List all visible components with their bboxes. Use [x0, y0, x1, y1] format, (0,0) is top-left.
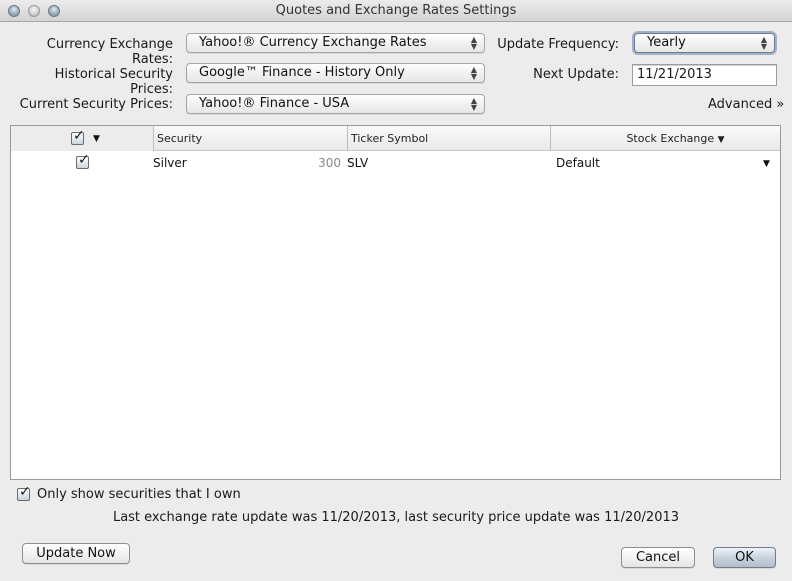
cancel-button[interactable]: Cancel [621, 547, 695, 568]
historical-security-prices-popup[interactable]: Google™ Finance - History Only ▲ ▼ [186, 63, 485, 83]
checkmark-icon: ✓ [19, 484, 31, 500]
currency-exchange-rates-value: Yahoo!® Currency Exchange Rates [199, 35, 427, 50]
column-header-security[interactable]: Security [153, 126, 347, 151]
row-include-checkbox[interactable]: ✓ [76, 152, 90, 169]
checkmark-icon: ✓ [73, 128, 85, 144]
sort-dropdown-icon: ▼ [717, 135, 725, 145]
title-bar: Quotes and Exchange Rates Settings [0, 0, 792, 22]
select-menu-dropdown-icon[interactable]: ▼ [93, 134, 100, 144]
select-all-checkbox[interactable]: ✓ [71, 128, 85, 145]
table-row[interactable]: ✓ Silver 300 SLV Default ▼ [11, 152, 780, 174]
column-header-ticker-symbol[interactable]: Ticker Symbol [347, 126, 550, 151]
update-now-button[interactable]: Update Now [22, 543, 130, 564]
stepper-arrows-icon: ▲ ▼ [760, 35, 767, 51]
current-security-prices-label: Current Security Prices: [19, 97, 173, 112]
shares-cell: 300 [318, 156, 341, 170]
currency-exchange-rates-popup[interactable]: Yahoo!® Currency Exchange Rates ▲ ▼ [186, 33, 485, 53]
current-security-prices-popup[interactable]: Yahoo!® Finance - USA ▲ ▼ [186, 94, 485, 114]
stepper-arrows-icon: ▲ ▼ [470, 96, 477, 112]
window-title: Quotes and Exchange Rates Settings [275, 3, 517, 18]
only-owned-checkbox[interactable]: ✓ [17, 484, 31, 501]
currency-exchange-rates-label: Currency Exchange Rates: [46, 37, 173, 67]
last-update-status: Last exchange rate update was 11/20/2013… [112, 510, 680, 525]
next-update-field[interactable]: 11/21/2013 [632, 64, 777, 86]
stepper-arrows-icon: ▲ ▼ [470, 65, 477, 81]
security-cell: Silver [153, 156, 187, 170]
historical-security-prices-label: Historical Security Prices: [54, 67, 173, 97]
header-select-column[interactable]: ✓ ▼ [11, 126, 153, 151]
exchange-dropdown-icon[interactable]: ▼ [763, 159, 770, 169]
stepper-arrows-icon: ▲ ▼ [470, 35, 477, 51]
table-header: ✓ ▼ Security Ticker Symbol Stock Exchang… [11, 126, 780, 151]
securities-table: ✓ ▼ Security Ticker Symbol Stock Exchang… [10, 125, 781, 480]
update-frequency-label: Update Frequency: [497, 37, 619, 52]
exchange-cell[interactable]: Default [556, 156, 600, 170]
next-update-label: Next Update: [533, 67, 619, 82]
advanced-link[interactable]: Advanced » [708, 97, 784, 112]
ticker-cell[interactable]: SLV [347, 156, 368, 170]
checkmark-icon: ✓ [78, 152, 90, 168]
update-frequency-value: Yearly [647, 35, 686, 50]
only-owned-label[interactable]: Only show securities that I own [37, 487, 241, 502]
column-header-stock-exchange[interactable]: Stock Exchange ▼ [550, 126, 780, 151]
current-security-prices-value: Yahoo!® Finance - USA [199, 96, 350, 111]
ok-button[interactable]: OK [713, 547, 776, 568]
column-header-stock-exchange-label: Stock Exchange [626, 132, 715, 145]
historical-security-prices-value: Google™ Finance - History Only [199, 65, 405, 80]
update-frequency-popup[interactable]: Yearly ▲ ▼ [634, 33, 775, 53]
